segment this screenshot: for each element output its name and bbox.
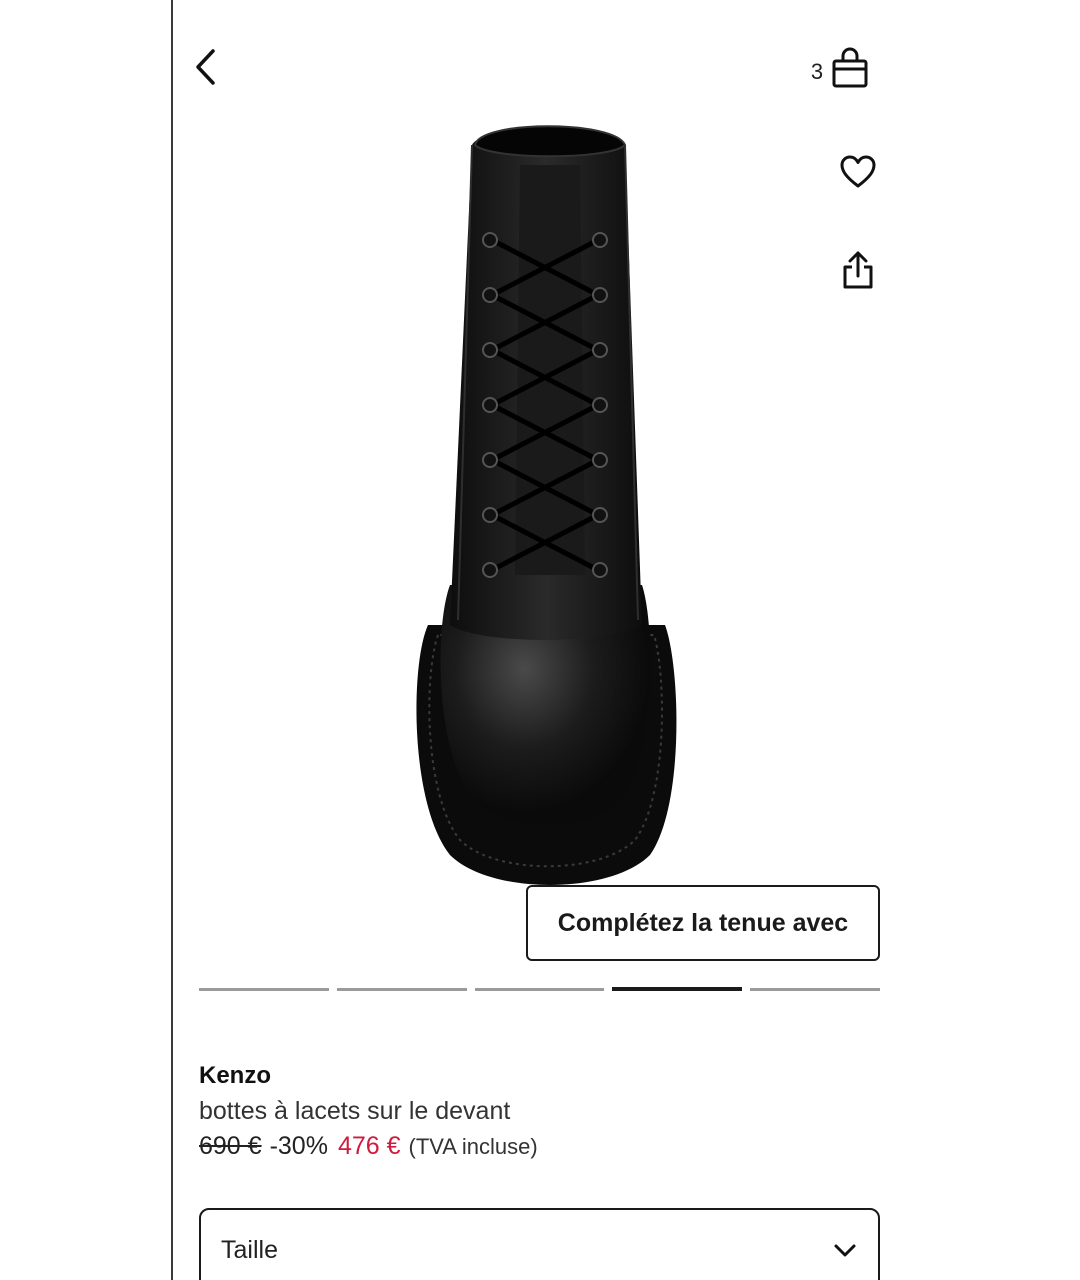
price-row: 690 € -30% 476 € (TVA incluse) xyxy=(199,1132,538,1161)
image-carousel-indicator xyxy=(199,987,880,993)
chevron-down-icon xyxy=(834,1244,856,1257)
shopping-bag-icon xyxy=(832,47,868,88)
cart-count: 3 xyxy=(810,59,824,84)
screen-edge xyxy=(171,0,173,1280)
tax-note: (TVA incluse) xyxy=(408,1134,538,1159)
product-description: bottes à lacets sur le devant xyxy=(199,1097,511,1125)
complete-the-look-button[interactable]: Complétez la tenue avec xyxy=(526,885,880,961)
size-select[interactable]: Taille xyxy=(199,1208,880,1280)
carousel-segment[interactable] xyxy=(612,987,743,991)
chevron-left-icon xyxy=(196,49,215,85)
back-button[interactable] xyxy=(186,40,226,94)
original-price: 690 € xyxy=(199,1132,262,1160)
carousel-segment[interactable] xyxy=(336,988,467,991)
sale-price: 476 € xyxy=(337,1132,401,1160)
product-page: 3 Complétez la tenue avec Kenzo bottes à… xyxy=(0,0,1080,1280)
heart-icon xyxy=(840,155,876,188)
product-brand[interactable]: Kenzo xyxy=(199,1062,271,1090)
carousel-segment[interactable] xyxy=(474,988,605,991)
size-select-label: Taille xyxy=(221,1236,278,1264)
carousel-segment[interactable] xyxy=(750,988,880,991)
carousel-segment[interactable] xyxy=(199,988,329,991)
product-image-boot[interactable] xyxy=(380,105,710,895)
discount-percentage: -30% xyxy=(269,1132,328,1160)
share-button[interactable] xyxy=(832,244,884,296)
cart-button[interactable]: 3 xyxy=(800,40,880,96)
share-icon xyxy=(843,251,873,289)
wishlist-button[interactable] xyxy=(832,146,884,198)
